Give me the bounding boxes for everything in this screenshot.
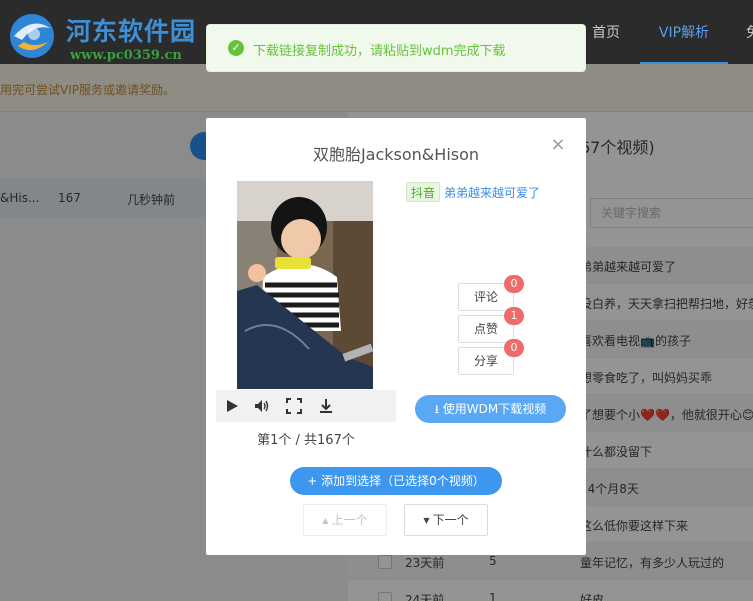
download-icon: ⭳ <box>434 402 443 416</box>
success-toast: ✓ 下载链接复制成功，请粘贴到wdm完成下载 <box>206 24 586 72</box>
toast-message: 下载链接复制成功，请粘贴到wdm完成下载 <box>253 44 506 59</box>
comment-count-badge: 0 <box>504 275 524 293</box>
plus-icon: + <box>307 474 322 488</box>
wdm-download-label: 使用WDM下载视频 <box>442 402 547 416</box>
video-description: 弟弟越来越可爱了 <box>444 185 541 200</box>
nav-home[interactable]: 首页 <box>592 0 620 64</box>
video-meta: 抖音 弟弟越来越可爱了 <box>406 182 540 202</box>
video-player-controls <box>216 390 396 422</box>
platform-tag: 抖音 <box>406 182 441 202</box>
fullscreen-icon[interactable] <box>286 398 302 414</box>
modal-title: 双胞胎Jackson&Hison <box>312 145 480 164</box>
like-count-badge: 1 <box>504 307 524 325</box>
caret-down-icon: ▼ <box>423 516 430 525</box>
prev-button[interactable]: ▲ 上一个 <box>303 504 387 536</box>
nav-more[interactable]: 免 <box>746 0 753 64</box>
nav-vip-parse[interactable]: VIP解析 <box>640 0 728 64</box>
wdm-download-button[interactable]: ⭳ 使用WDM下载视频 <box>415 395 566 423</box>
add-to-selection-button[interactable]: + 添加到选择（已选择0个视频） <box>290 467 502 495</box>
close-icon[interactable]: × <box>549 136 567 154</box>
site-logo[interactable]: 河东软件园 www.pc0359.cn <box>4 8 204 64</box>
video-detail-modal: 双胞胎Jackson&Hison × 第1个 / 共167个 抖音 弟弟越来越可爱… <box>206 118 586 555</box>
volume-icon[interactable] <box>254 398 270 414</box>
check-circle-icon: ✓ <box>228 40 244 56</box>
add-to-selection-label: 添加到选择（已选择0个视频） <box>321 474 485 488</box>
caret-up-icon: ▲ <box>322 516 329 525</box>
share-count-badge: 0 <box>504 339 524 357</box>
logo-url: www.pc0359.cn <box>70 48 182 63</box>
prev-button-label: 上一个 <box>331 513 368 527</box>
page-indicator: 第1个 / 共167个 <box>257 433 355 448</box>
next-button-label: 下一个 <box>432 513 469 527</box>
logo-title: 河东软件园 <box>66 17 197 46</box>
play-icon[interactable] <box>224 398 240 414</box>
logo-emblem-icon <box>10 14 54 58</box>
next-button[interactable]: ▼ 下一个 <box>404 504 488 536</box>
download-icon[interactable] <box>318 398 334 414</box>
video-preview[interactable] <box>237 181 373 389</box>
